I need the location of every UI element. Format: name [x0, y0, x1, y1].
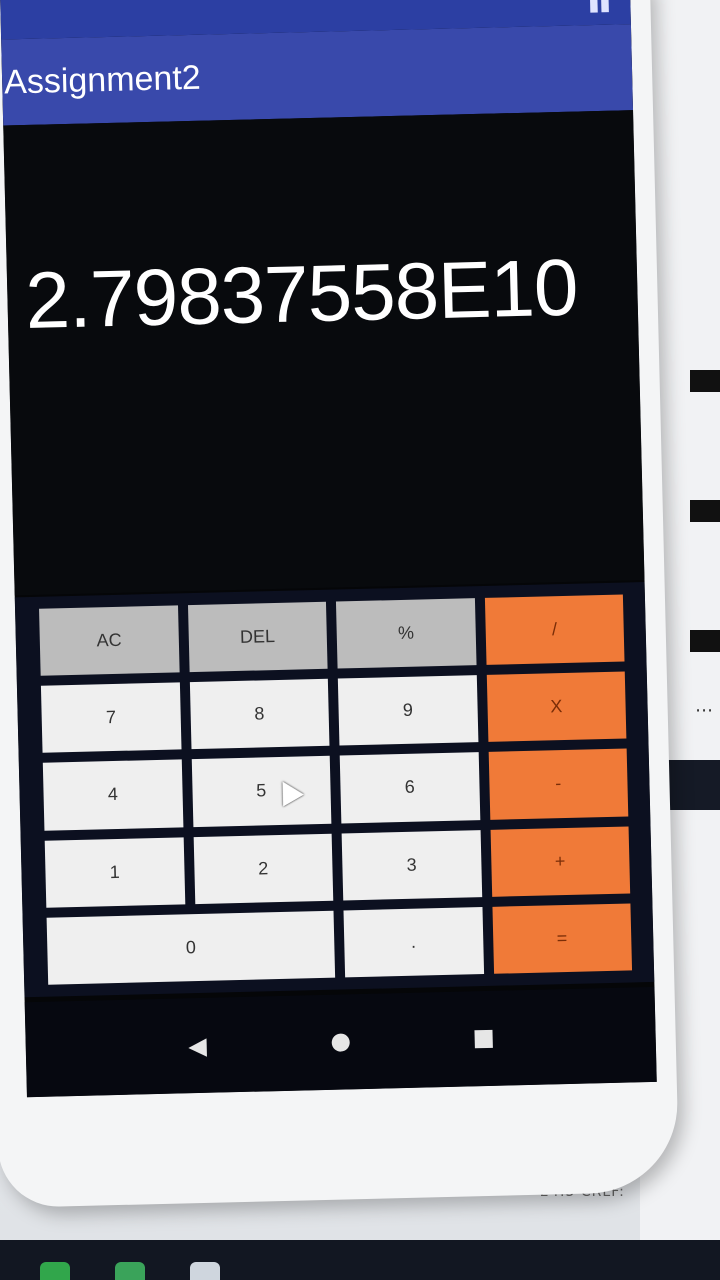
key-button[interactable]: 7: [40, 682, 182, 754]
key-button[interactable]: %: [335, 598, 477, 669]
emulator-device-frame: ▮▮ Assignment2 2.79837558E10 AC DEL%/ 7 8 9 X…: [0, 0, 680, 1208]
key-button[interactable]: /: [484, 594, 625, 666]
key-button[interactable]: +: [490, 826, 631, 897]
key-button[interactable]: 4: [42, 759, 183, 831]
key-button[interactable]: AC: [39, 605, 180, 676]
result-value: 2.79837558E10: [24, 242, 579, 346]
home-icon[interactable]: [331, 1032, 351, 1052]
more-options-icon[interactable]: ⋯: [695, 700, 713, 721]
key-button[interactable]: =: [491, 903, 633, 974]
key-button[interactable]: 8: [189, 678, 330, 750]
battery-signal-icon: ▮▮: [588, 0, 611, 16]
calculator-keypad: AC DEL%/ 7 8 9 X 4 5 6- 1 2 3 +0. =: [14, 582, 655, 998]
key-button[interactable]: .: [343, 906, 484, 978]
recents-icon[interactable]: [474, 1029, 494, 1048]
back-icon[interactable]: ◀: [188, 1031, 207, 1059]
key-button[interactable]: X: [486, 671, 627, 743]
android-nav-bar: ◀: [24, 986, 657, 1098]
taskbar: [0, 1240, 720, 1280]
photo-of-monitor: ⋯ 24:5 CRLF: ▮▮ Assignment2 2.79837558E1…: [0, 0, 720, 1280]
calculator-display: 2.79837558E10: [3, 110, 645, 596]
key-button[interactable]: -: [488, 748, 629, 820]
ide-stripe: [690, 500, 720, 522]
key-button[interactable]: 6: [339, 752, 480, 824]
key-button[interactable]: 0: [46, 910, 336, 985]
key-button[interactable]: 2: [193, 833, 334, 904]
ide-stripe: [690, 630, 720, 652]
key-button[interactable]: DEL: [187, 601, 328, 673]
taskbar-app-icon[interactable]: [115, 1262, 145, 1280]
key-button[interactable]: 1: [44, 836, 185, 908]
key-button[interactable]: 3: [341, 829, 482, 901]
app-title: Assignment2: [3, 58, 202, 101]
ide-stripe: [690, 370, 720, 392]
taskbar-app-icon[interactable]: [190, 1262, 220, 1280]
taskbar-app-icon[interactable]: [40, 1262, 70, 1280]
phone-screen: ▮▮ Assignment2 2.79837558E10 AC DEL%/ 7 8 9 X…: [0, 0, 657, 1098]
key-button[interactable]: 9: [337, 675, 478, 746]
key-button[interactable]: 5: [191, 756, 332, 827]
app-bar: Assignment2: [1, 24, 634, 126]
